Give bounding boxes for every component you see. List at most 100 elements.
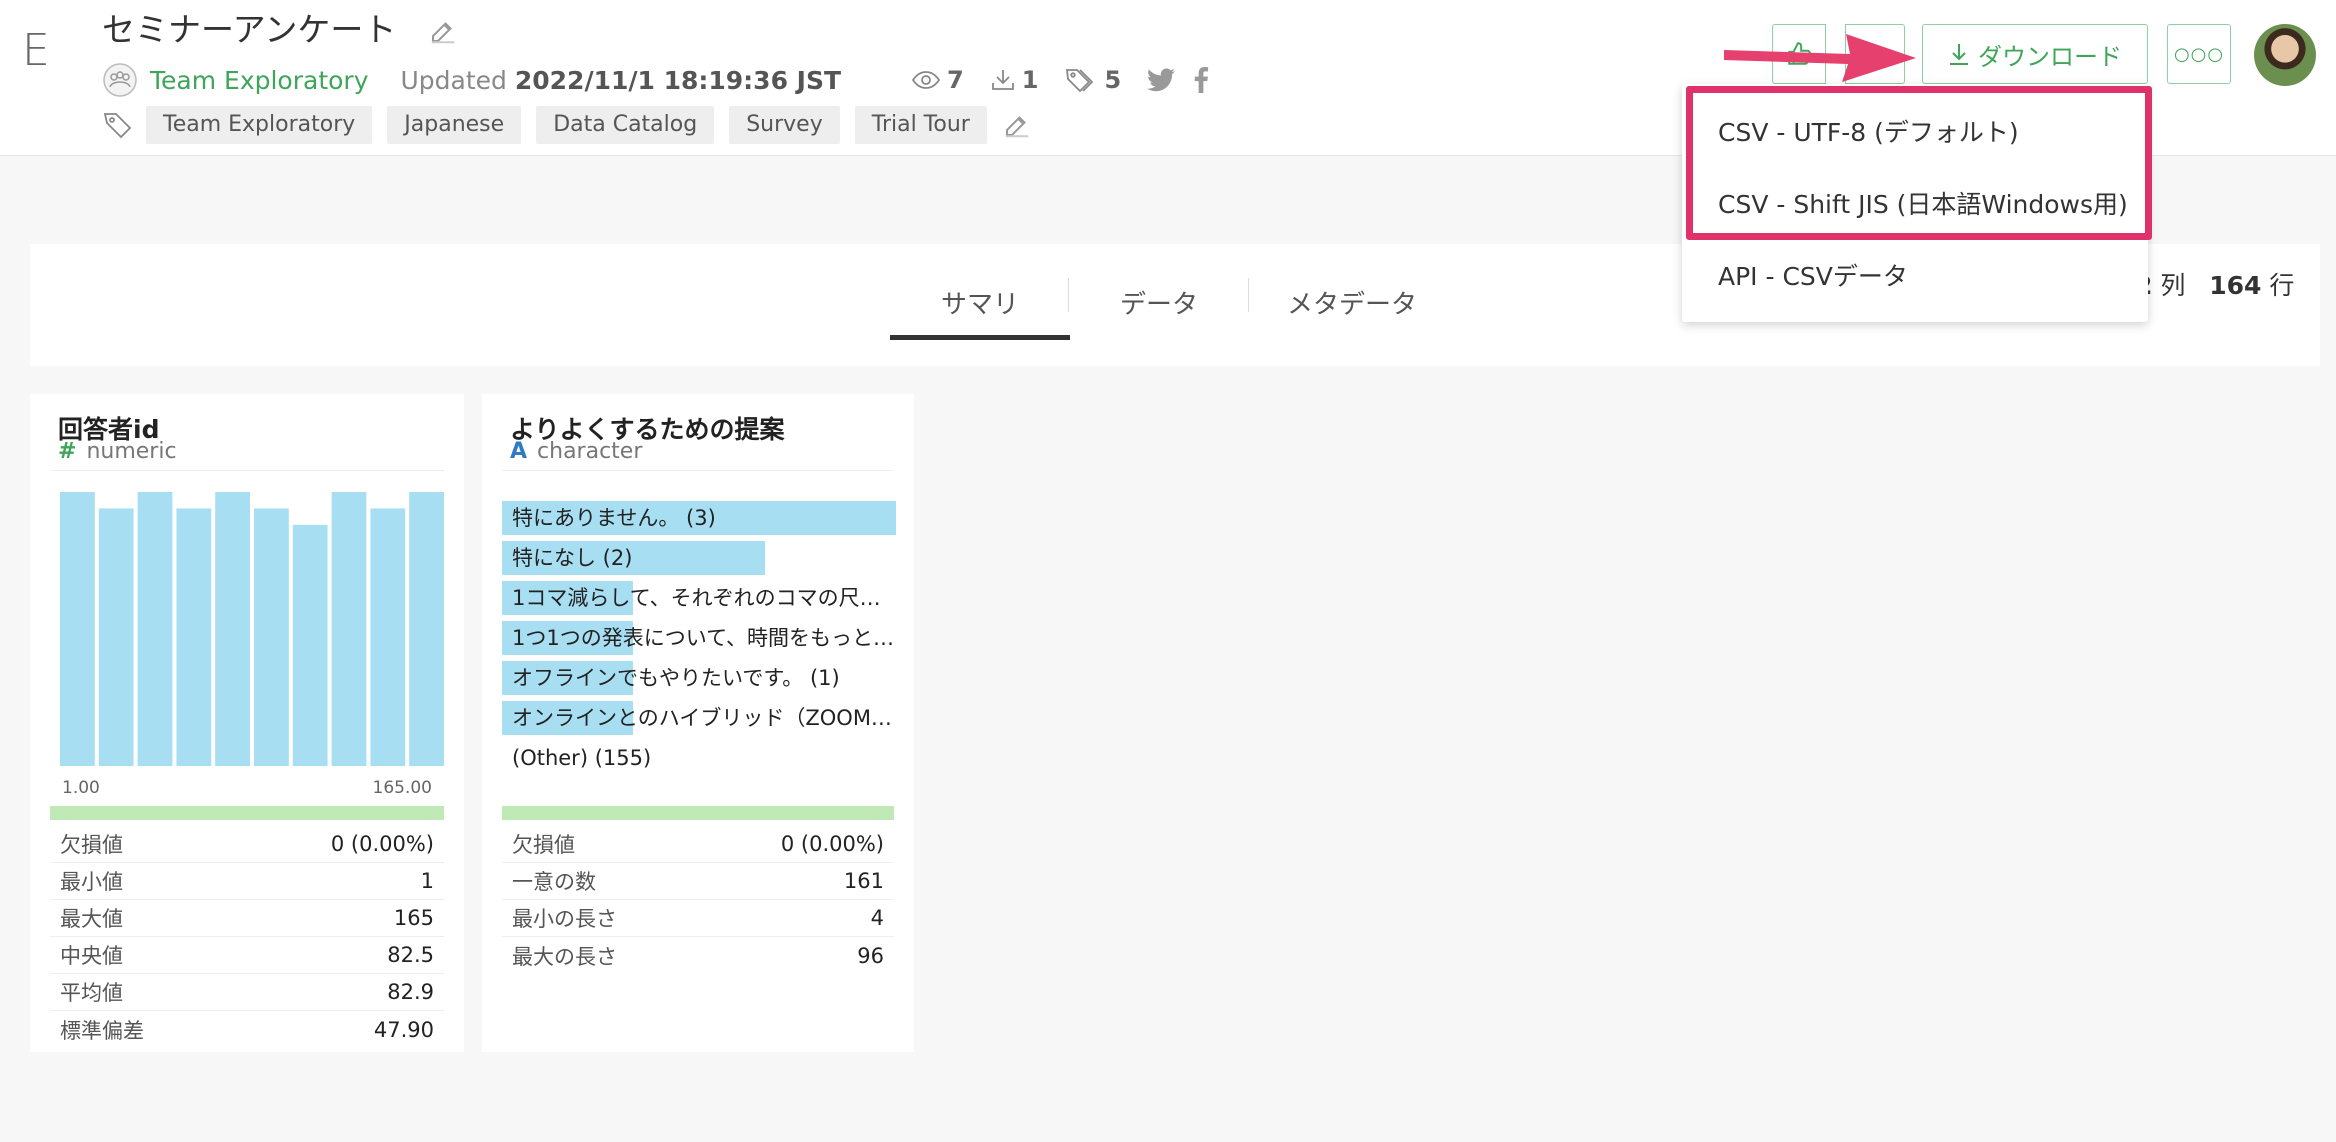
tag-chip[interactable]: Data Catalog [536,106,715,144]
category-row[interactable]: 1コマ減らして、それぞれのコマの尺… [502,578,902,618]
updated-label: Updated [400,65,507,95]
row-count: 164 [2209,271,2262,300]
tag-icon [1066,69,1094,93]
updated-timestamp: Updated 2022/11/1 18:19:36 JST [401,66,842,95]
edit-tags-icon[interactable] [1002,110,1032,140]
histogram-bar[interactable] [176,508,212,766]
stat-row: 中央値 82.5 [50,937,444,974]
column-unit: 列 [2160,271,2186,300]
stat-value: 82.5 [387,943,434,967]
histogram-bar[interactable] [292,524,328,766]
stat-label: 中央値 [60,944,123,968]
edit-title-icon[interactable] [428,16,458,46]
category-label: (Other) (155) [512,746,652,770]
histogram-bar[interactable] [98,508,134,766]
column-type: Acharacter [510,439,642,464]
histogram-bar[interactable] [409,492,444,766]
tags-row: Team Exploratory Japanese Data Catalog S… [102,105,1032,145]
meta-row: Team Exploratory Updated 2022/11/1 18:19… [102,60,1227,100]
category-row[interactable]: 特になし (2) [502,538,902,578]
facebook-share[interactable] [1193,67,1209,93]
stat-label: 欠損値 [60,833,123,857]
team-icon [103,63,137,97]
tag-chip[interactable]: Survey [729,106,840,144]
pointer-arrow-annotation [1724,34,1916,82]
more-options-button[interactable]: ○○○ [2167,24,2231,84]
menu-item-csv-shift-jis[interactable]: CSV - Shift JIS (日本語Windows用) [1718,188,2128,222]
app-logo[interactable]: E [22,28,52,74]
stat-value: 161 [843,869,884,893]
category-row[interactable]: オンラインとのハイブリッド（ZOOM… [502,698,902,738]
stat-label: 最大の長さ [512,944,617,969]
user-avatar[interactable] [2254,24,2316,86]
tab-data[interactable]: データ [1072,244,1246,366]
histogram-bar[interactable] [254,508,289,766]
twitter-icon[interactable] [1147,68,1176,92]
stat-row: 最小の長さ 4 [502,900,894,937]
character-type-icon: A [510,439,528,464]
twitter-share[interactable] [1147,68,1176,92]
stat-value: 96 [857,943,884,968]
eye-icon [911,71,941,89]
category-row[interactable]: 1つ1つの発表について、時間をもっと… [502,618,902,658]
tag-chip[interactable]: Trial Tour [854,106,987,144]
stat-value: 4 [870,906,884,930]
row-unit: 行 [2269,271,2295,300]
tags-count: 5 [1064,66,1121,94]
download-tray-icon [991,70,1014,90]
stat-value: 82.9 [387,980,434,1004]
views-count: 7 [911,66,964,94]
tab-summary[interactable]: サマリ [890,244,1070,366]
histogram-axis-max: 165.00 [372,778,432,798]
updated-value: 2022/11/1 18:19:36 JST [514,65,842,95]
stat-row: 欠損値 0 (0.00%) [50,826,444,863]
download-button[interactable]: ダウンロード [1922,24,2148,84]
menu-item-csv-utf8[interactable]: CSV - UTF-8 (デフォルト) [1718,116,2019,150]
tag-chip[interactable]: Japanese [387,106,522,144]
category-label: オンラインとのハイブリッド（ZOOM… [512,706,892,730]
card-divider [502,470,894,471]
tab-metadata[interactable]: メタデータ [1252,244,1452,366]
stat-value: 47.90 [373,1017,434,1042]
tab-divider [1248,278,1249,312]
column-type: # numeric [58,439,177,464]
histogram-chart[interactable] [60,492,444,766]
stat-label: 最小の長さ [512,907,617,931]
category-label: 特にありません。 (3) [512,506,716,530]
stats-table: 欠損値 0 (0.00%) 最小値 1 最大値 165 中央値 82.5 平均値 82.9… [50,826,444,1048]
download-button-label: ダウンロード [1978,42,2122,71]
stat-label: 最小値 [60,870,123,894]
category-label: 特になし (2) [512,546,633,570]
stat-value: 0 (0.00%) [330,832,434,856]
histogram-bar[interactable] [370,508,406,766]
more-dots-icon: ○○○ [2173,43,2225,65]
facebook-icon[interactable] [1193,67,1209,93]
team-name-link[interactable]: Team Exploratory [150,66,369,95]
stat-label: 最大値 [60,907,123,931]
stat-row: 欠損値 0 (0.00%) [502,826,894,863]
numeric-type-icon: # [58,439,77,464]
stat-value: 1 [420,869,434,893]
category-row[interactable]: オフラインでもやりたいです。 (1) [502,658,902,698]
column-card-respondent-id[interactable]: 回答者id # numeric 1.00 165.00 欠損値 0 (0.00%) … [30,394,464,1052]
tag-chip[interactable]: Team Exploratory [146,106,373,144]
category-row[interactable]: (Other) (155) [502,738,902,778]
stat-row: 最大の長さ 96 [502,937,894,974]
page-title: セミナーアンケート [102,10,397,49]
tags-label-icon [103,113,132,139]
completeness-bar [502,806,894,820]
stat-label: 一意の数 [512,870,596,894]
histogram-bar[interactable] [137,492,173,766]
stat-value: 165 [393,906,434,930]
histogram-bar[interactable] [60,492,95,766]
category-row[interactable]: 特にありません。 (3) [502,498,902,538]
histogram-bar[interactable] [215,492,250,766]
category-label: オフラインでもやりたいです。 (1) [512,666,840,690]
menu-item-api-csv[interactable]: API - CSVデータ [1718,260,1908,294]
tab-divider [1068,278,1069,312]
histogram-bar[interactable] [331,492,367,766]
stat-label: 平均値 [60,981,123,1005]
table-dimensions: 2 列 164 行 [2135,268,2294,304]
views-value: 7 [947,66,964,94]
column-card-suggestions[interactable]: よりよくするための提案 Acharacter 特にありません。 (3) 特になし … [482,394,914,1052]
